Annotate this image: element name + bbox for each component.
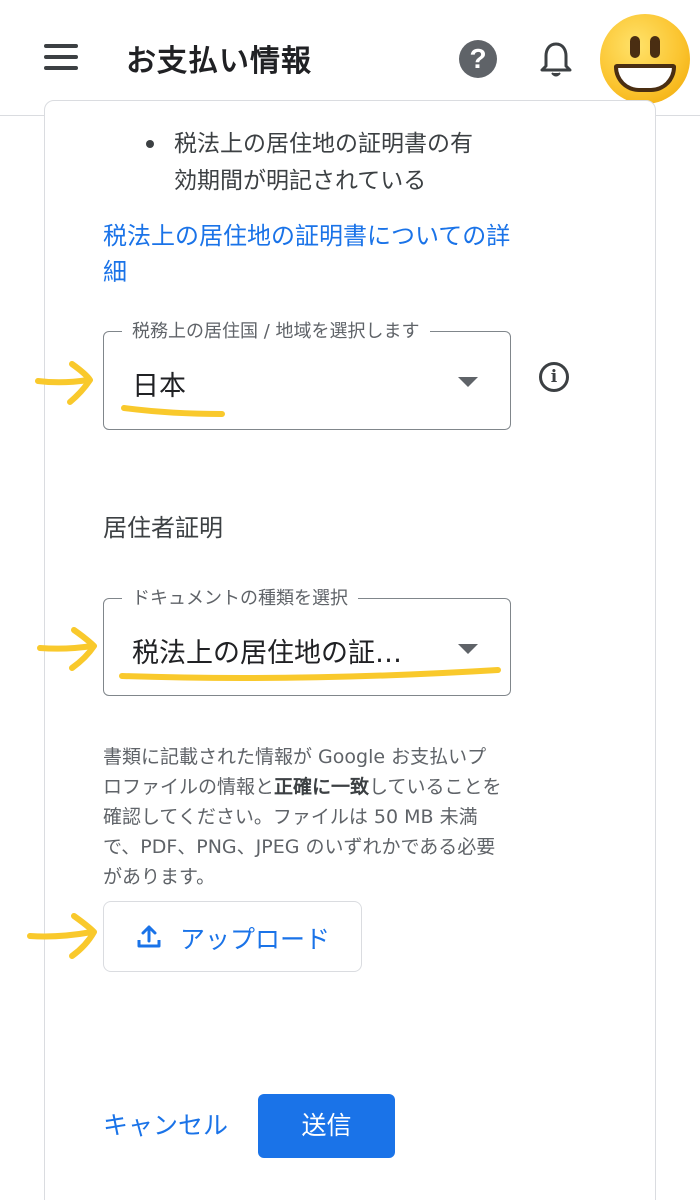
annotation-arrow-icon [35, 377, 91, 386]
annotation-underline [121, 405, 225, 417]
annotation-arrow-icon [37, 643, 95, 652]
annotation-arrow-icon [27, 929, 95, 940]
annotation-underline [119, 667, 501, 681]
hand-drawn-annotations [27, 361, 501, 959]
